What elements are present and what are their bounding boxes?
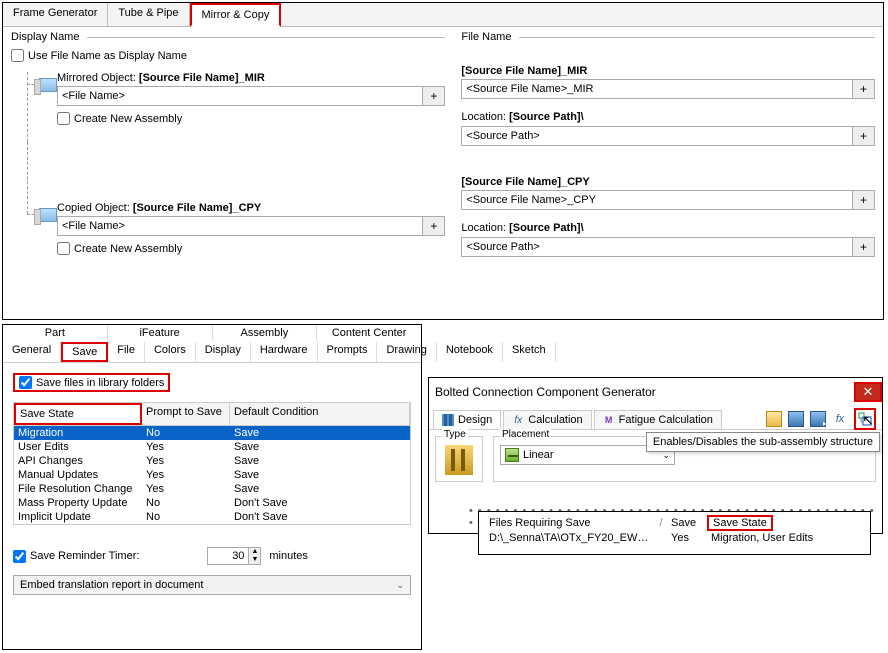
table-row[interactable]: User EditsYesSave [14, 440, 410, 454]
tab-frame-generator[interactable]: Frame Generator [3, 3, 108, 26]
spinner-up-icon[interactable]: ▲ [249, 548, 260, 556]
loc-cpy-label: Location: [Source Path]\ [461, 222, 875, 234]
top-tabs: Frame Generator Tube & Pipe Mirror & Cop… [3, 3, 883, 27]
save-state-table: Save State Prompt to Save Default Condit… [13, 402, 411, 525]
add-loc-cpy-button[interactable]: + [853, 237, 875, 257]
add-mirrored-name-button[interactable]: + [423, 86, 445, 106]
type-group: Type [435, 436, 483, 482]
file-name-label: File Name [461, 31, 511, 43]
subtab-hardware[interactable]: Hardware [251, 342, 318, 362]
col-condition[interactable]: Default Condition [230, 403, 410, 425]
subtab-display[interactable]: Display [196, 342, 251, 362]
fx-tool-icon[interactable]: fx [832, 411, 848, 427]
table-row[interactable]: API ChangesYesSave [14, 454, 410, 468]
spinner-down-icon[interactable]: ▼ [249, 556, 260, 564]
fx-icon: fx [512, 414, 524, 426]
loc-cpy-input[interactable]: <Source Path> [461, 237, 853, 257]
subtabs: General Save File Colors Display Hardwar… [3, 342, 421, 363]
subtab-file[interactable]: File [108, 342, 145, 362]
cat-part[interactable]: Part [3, 325, 108, 341]
subtab-save[interactable]: Save [61, 342, 108, 362]
subtab-sketch[interactable]: Sketch [503, 342, 556, 362]
reminder-spinner[interactable]: 30 ▲▼ [207, 547, 261, 565]
loc-mir-input[interactable]: <Source Path> [461, 126, 853, 146]
save-icon[interactable] [788, 411, 804, 427]
file-name-column: File Name [Source File Name]_MIR <Source… [461, 31, 875, 272]
copy-icon [39, 208, 57, 222]
use-file-name-checkbox[interactable]: Use File Name as Display Name [11, 47, 445, 68]
cat-assembly[interactable]: Assembly [213, 325, 318, 341]
mirror-icon [39, 78, 57, 92]
copied-object-label: Copied Object: [Source File Name]_CPY [57, 202, 445, 214]
col-files-requiring[interactable]: Files Requiring Save [485, 516, 655, 530]
subtab-drawing[interactable]: Drawing [377, 342, 436, 362]
fn-cpy-input[interactable]: <Source File Name>_CPY [461, 190, 853, 210]
add-fn-mir-button[interactable]: + [853, 79, 875, 99]
table-row[interactable]: File Resolution ChangeYesSave [14, 482, 410, 496]
bolted-title: Bolted Connection Component Generator [435, 385, 656, 399]
add-fn-cpy-button[interactable]: + [853, 190, 875, 210]
tab-fatigue[interactable]: M Fatigue Calculation [594, 410, 722, 429]
save-reminder-checkbox[interactable]: Save Reminder Timer: [13, 550, 139, 563]
files-requiring-save-panel: Files Requiring Save / Save Save State D… [478, 511, 871, 555]
col-prompt[interactable]: Prompt to Save [142, 403, 230, 425]
display-name-column: Display Name Use File Name as Display Na… [11, 31, 461, 272]
chevron-down-icon: ⌄ [396, 580, 404, 591]
tab-mirror-copy[interactable]: Mirror & Copy [190, 3, 282, 27]
create-assembly-mir-checkbox[interactable]: Create New Assembly [57, 110, 445, 125]
subtab-colors[interactable]: Colors [145, 342, 196, 362]
table-row[interactable]: Implicit UpdateNoDon't Save [14, 510, 410, 524]
copied-display-name-input[interactable]: <File Name> [57, 216, 423, 236]
bolt-type-icon[interactable] [445, 445, 473, 475]
subtab-notebook[interactable]: Notebook [437, 342, 503, 362]
subtab-prompts[interactable]: Prompts [318, 342, 378, 362]
cat-content-center[interactable]: Content Center [317, 325, 421, 341]
mirrored-display-name-input[interactable]: <File Name> [57, 86, 423, 106]
add-copied-name-button[interactable]: + [423, 216, 445, 236]
save-as-icon[interactable]: ▸ [810, 411, 826, 427]
display-name-label: Display Name [11, 31, 79, 43]
fatigue-icon: M [603, 414, 615, 426]
table-row[interactable]: Mass Property UpdateNoDon't Save [14, 496, 410, 510]
tab-tube-pipe[interactable]: Tube & Pipe [108, 3, 189, 26]
close-button[interactable]: ✕ [854, 382, 882, 402]
sub-assembly-tooltip: Enables/Disables the sub-assembly struct… [646, 432, 880, 452]
subtab-general[interactable]: General [3, 342, 61, 362]
fn-mir-pattern: [Source File Name]_MIR [461, 65, 587, 77]
open-icon[interactable] [766, 411, 782, 427]
linear-icon [505, 448, 519, 462]
table-row[interactable]: MigrationNoSave [14, 426, 410, 440]
col-save-state[interactable]: Save State [14, 403, 142, 425]
tab-calculation[interactable]: fx Calculation [503, 410, 591, 429]
design-icon [442, 414, 454, 426]
create-assembly-cpy-checkbox[interactable]: Create New Assembly [57, 240, 445, 255]
save-options-panel: Part iFeature Assembly Content Center Ge… [2, 324, 422, 650]
col-save-state[interactable]: Save State [707, 515, 773, 531]
save-in-library-checkbox[interactable]: Save files in library folders [13, 373, 170, 392]
tab-design[interactable]: Design [433, 410, 501, 429]
reminder-unit: minutes [269, 550, 308, 562]
table-row[interactable]: Manual UpdatesYesSave [14, 468, 410, 482]
col-save[interactable]: Save [667, 516, 707, 530]
category-tabs: Part iFeature Assembly Content Center [3, 325, 421, 342]
mirrored-object-label: Mirrored Object: [Source File Name]_MIR [57, 72, 445, 84]
mirror-copy-panel: Frame Generator Tube & Pipe Mirror & Cop… [2, 2, 884, 320]
translation-report-dropdown[interactable]: Embed translation report in document ⌄ [13, 575, 411, 595]
file-row[interactable]: D:\_Senna\TA\OTx_FY20_EWSv2... Yes Migra… [485, 531, 864, 545]
fn-cpy-pattern: [Source File Name]_CPY [461, 176, 589, 188]
fn-mir-input[interactable]: <Source File Name>_MIR [461, 79, 853, 99]
loc-mir-label: Location: [Source Path]\ [461, 111, 875, 123]
sub-assembly-toggle-button[interactable] [854, 408, 876, 430]
add-loc-mir-button[interactable]: + [853, 126, 875, 146]
cat-ifeature[interactable]: iFeature [108, 325, 213, 341]
